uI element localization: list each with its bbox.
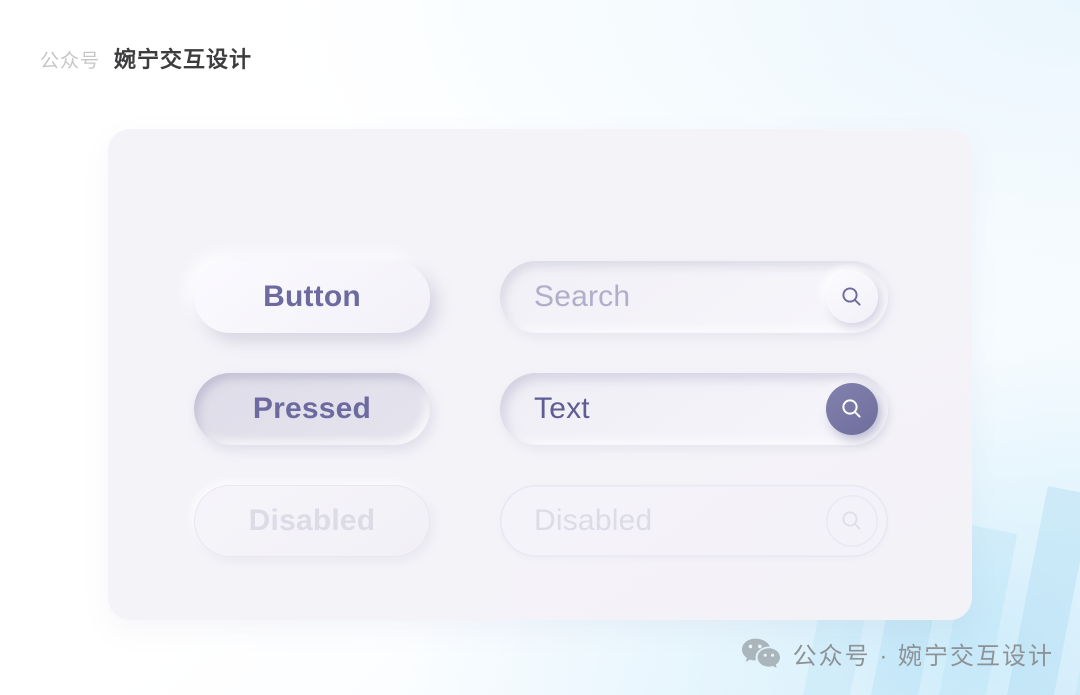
stripe-5	[1060, 417, 1080, 695]
watermark-text: 公众号 · 婉宁交互设计	[792, 643, 1054, 670]
search-icon-button-disabled	[826, 495, 878, 547]
page-header: 公众号 婉宁交互设计	[40, 42, 252, 74]
search-icon	[842, 287, 861, 306]
app-canvas: 公众号 婉宁交互设计 Button Search Pressed Text Di…	[0, 0, 1080, 695]
button-default[interactable]: Button	[194, 261, 430, 333]
control-row: Disabled Disabled	[194, 465, 894, 577]
search-icon	[842, 511, 861, 530]
search-input-placeholder[interactable]: Search	[534, 280, 826, 314]
wechat-icon-wrap	[741, 637, 781, 671]
showcase-card: Button Search Pressed Text Disabled Disa…	[108, 129, 972, 620]
control-row: Button Search	[194, 241, 894, 353]
page-title: 婉宁交互设计	[114, 47, 253, 72]
search-input-disabled-text: Disabled	[534, 504, 653, 537]
watermark: 公众号 · 婉宁交互设计	[741, 636, 1054, 671]
search-field-default[interactable]: Search	[500, 261, 888, 333]
button-pressed[interactable]: Pressed	[194, 373, 430, 445]
controls-grid: Button Search Pressed Text Disabled Disa…	[194, 241, 894, 577]
search-input-value[interactable]: Text	[534, 392, 826, 426]
search-field-active[interactable]: Text	[500, 373, 888, 445]
control-row: Pressed Text	[194, 353, 894, 465]
wechat-icon	[741, 638, 780, 668]
search-icon-button-default[interactable]	[826, 271, 878, 323]
search-field-disabled: Disabled	[500, 485, 888, 557]
search-icon-button-active[interactable]	[826, 383, 878, 435]
header-kicker: 公众号	[40, 51, 101, 72]
button-disabled: Disabled	[194, 485, 430, 557]
search-icon	[842, 399, 861, 418]
